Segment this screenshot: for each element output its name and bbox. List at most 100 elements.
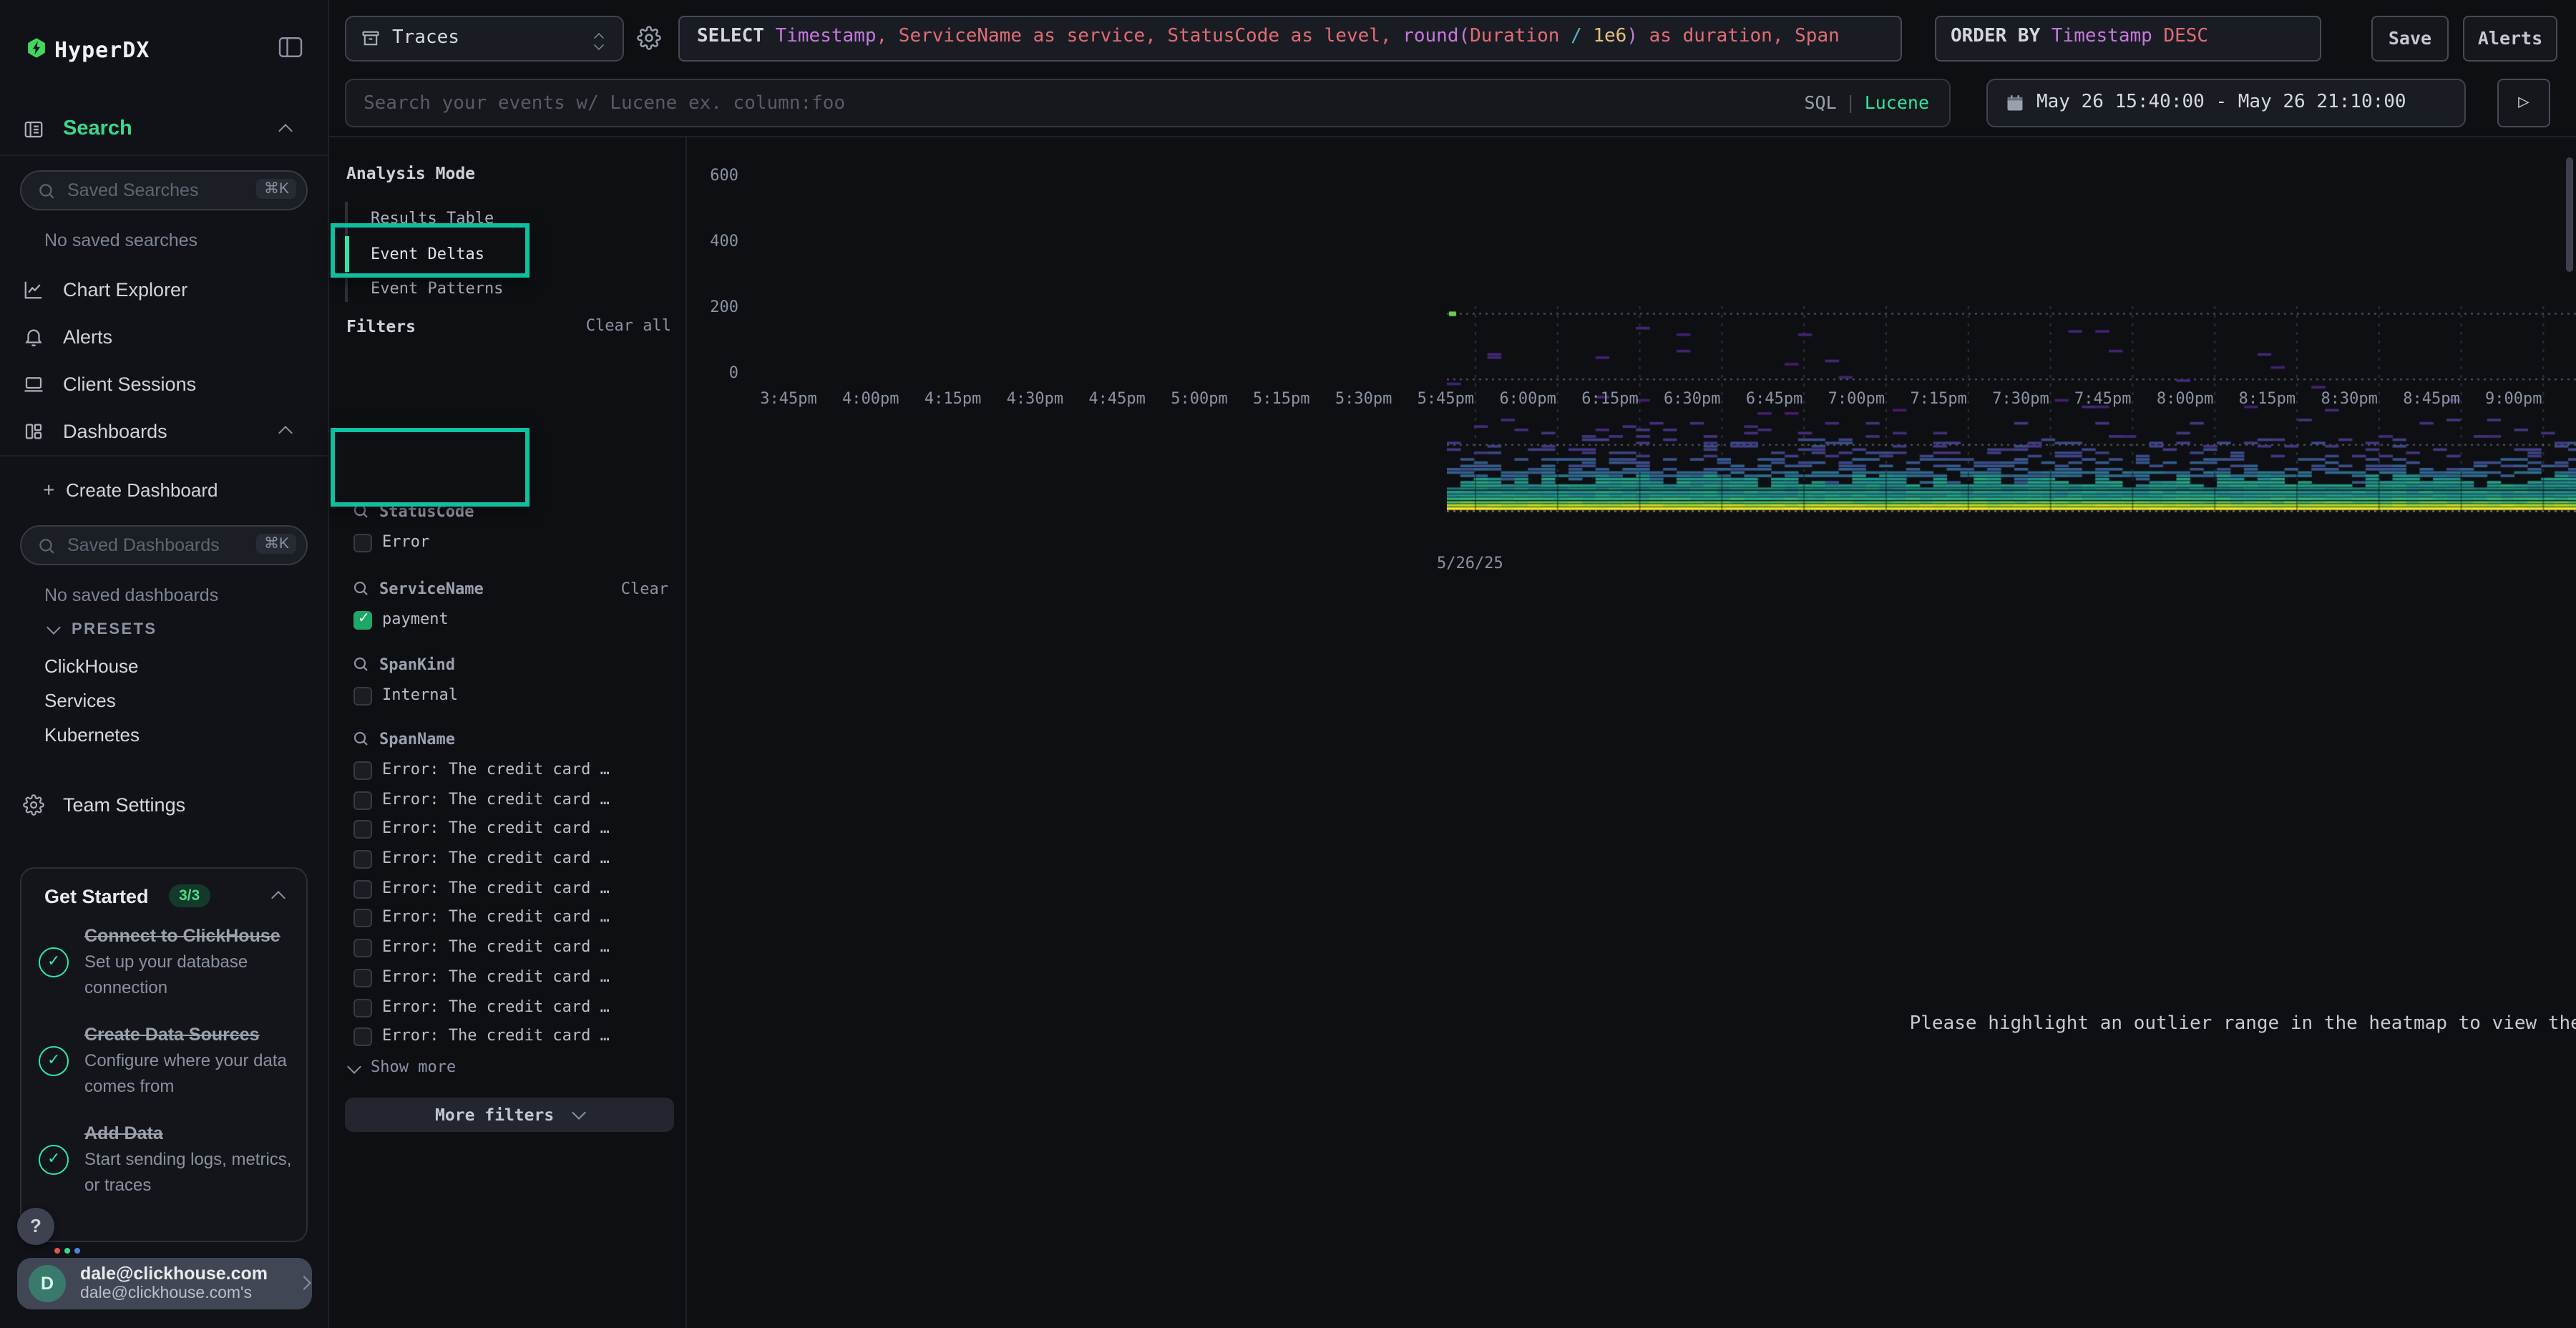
saved-searches-input[interactable]: ⌘K — [20, 170, 308, 210]
sidebar-item-dashboards[interactable]: Dashboards — [63, 421, 167, 442]
source-select[interactable]: Traces — [345, 16, 624, 62]
sql-editor[interactable]: SELECT Timestamp, ServiceName as service… — [678, 16, 1902, 62]
code-token: ) — [1626, 26, 1638, 47]
user-org: dale@clickhouse.com's — [80, 1285, 252, 1302]
user-menu[interactable]: D dale@clickhouse.com dale@clickhouse.co… — [17, 1258, 312, 1309]
dashboards-icon — [23, 421, 44, 442]
checkbox-unchecked[interactable] — [353, 534, 372, 552]
x-tick-label: 8:15pm — [2223, 389, 2311, 408]
checkbox-unchecked[interactable] — [353, 880, 372, 899]
filter-group-spankind: SpanKindInternal — [346, 650, 674, 711]
filter-option-row: Error: The credit card … — [346, 846, 674, 875]
saved-dashboards-field[interactable] — [67, 528, 253, 562]
create-dashboard-button[interactable]: Create Dashboard — [66, 479, 218, 501]
search-icon — [352, 730, 369, 747]
checkbox-unchecked[interactable] — [353, 686, 372, 705]
checkbox-unchecked[interactable] — [353, 761, 372, 780]
clear-filter-link[interactable]: Clear — [621, 580, 668, 598]
more-filters-button[interactable]: More filters — [345, 1098, 674, 1132]
code-token: round( — [1402, 26, 1470, 47]
confetti-icon — [54, 1248, 80, 1254]
check-circle-icon — [39, 1145, 69, 1175]
get-started-item[interactable]: Create Data Sources Configure where your… — [39, 1022, 292, 1099]
date-range-picker[interactable]: May 26 15:40:00 - May 26 21:10:00 — [1986, 79, 2466, 127]
show-more-link[interactable]: Show more — [349, 1058, 456, 1076]
sidebar-item-client-sessions[interactable]: Client Sessions — [63, 374, 196, 395]
preset-kubernetes[interactable]: Kubernetes — [44, 724, 140, 746]
brand-title: HyperDX — [54, 37, 150, 63]
clear-all-link[interactable]: Clear all — [586, 316, 671, 335]
search-icon — [352, 580, 369, 597]
tab-event-patterns[interactable]: Event Patterns — [371, 279, 503, 298]
lang-lucene[interactable]: Lucene — [1865, 92, 1929, 113]
x-tick-label: 7:30pm — [1976, 389, 2065, 408]
filter-option-row: Error: The credit card … — [346, 934, 674, 964]
filter-group-label: ServiceName Clear — [346, 575, 674, 607]
get-started-item-title: Connect to ClickHouse — [84, 926, 280, 946]
x-tick-label: 7:00pm — [1812, 389, 1901, 408]
source-settings-gear-icon[interactable] — [637, 26, 661, 50]
sidebar-item-chart-explorer[interactable]: Chart Explorer — [63, 279, 187, 301]
sidebar-item-search[interactable]: Search — [63, 117, 132, 140]
saved-searches-field[interactable] — [67, 173, 253, 208]
checkbox-unchecked[interactable] — [353, 998, 372, 1017]
checkbox-unchecked[interactable] — [353, 791, 372, 809]
client-sessions-icon — [23, 374, 44, 395]
code-token: 1e6 — [1593, 26, 1626, 47]
save-button[interactable]: Save — [2371, 16, 2449, 62]
get-started-item-title: Add Data — [84, 1124, 163, 1144]
x-tick-label: 8:30pm — [2305, 389, 2394, 408]
filter-group-spanname: SpanNameError: The credit card …Error: T… — [346, 726, 674, 1053]
chevron-up-icon[interactable] — [271, 891, 286, 905]
filter-group-servicename: ServiceNameClearpayment — [346, 575, 674, 636]
code-token: SELECT — [697, 26, 776, 47]
x-tick-label: 6:15pm — [1566, 389, 1654, 408]
sidebar-item-team-settings[interactable]: Team Settings — [63, 794, 185, 816]
chevron-up-icon[interactable] — [278, 124, 293, 138]
lang-separator: | — [1837, 92, 1865, 113]
checkbox-unchecked[interactable] — [353, 821, 372, 839]
user-email: dale@clickhouse.com — [80, 1264, 268, 1284]
search-input[interactable] — [364, 82, 1766, 125]
chevron-up-icon[interactable] — [278, 426, 293, 440]
filter-option-label: Error: The credit card … — [382, 908, 610, 927]
preset-services[interactable]: Services — [44, 690, 116, 711]
checkbox-unchecked[interactable] — [353, 939, 372, 957]
presets-header[interactable]: PRESETS — [72, 621, 157, 638]
language-toggle[interactable]: SQL|Lucene — [1804, 92, 1929, 113]
saved-dashboards-input[interactable]: ⌘K — [20, 525, 308, 565]
orderby-editor[interactable]: ORDER BY Timestamp DESC — [1935, 16, 2321, 62]
get-started-item[interactable]: Add Data Start sending logs, metrics, or… — [39, 1121, 292, 1198]
get-started-item[interactable]: Connect to ClickHouse Set up your databa… — [39, 923, 292, 1000]
filter-group-name: ServiceName — [379, 580, 484, 598]
lang-sql[interactable]: SQL — [1804, 92, 1836, 113]
sidebar-toggle-icon[interactable] — [278, 36, 303, 59]
chart-explorer-icon — [23, 279, 44, 301]
checkbox-unchecked[interactable] — [353, 909, 372, 928]
get-started-item-title: Create Data Sources — [84, 1025, 260, 1045]
y-tick-label: 600 — [673, 166, 738, 185]
search-bar[interactable]: SQL|Lucene — [345, 79, 1951, 127]
run-query-button[interactable]: ▷ — [2497, 79, 2550, 127]
help-button[interactable]: ? — [17, 1208, 54, 1245]
annotation-box-event-deltas — [331, 223, 530, 278]
chevron-down-icon[interactable] — [47, 620, 61, 635]
sidebar-item-alerts[interactable]: Alerts — [63, 326, 112, 348]
preset-clickhouse[interactable]: ClickHouse — [44, 655, 139, 677]
checkbox-unchecked[interactable] — [353, 1027, 372, 1046]
checkbox-checked[interactable] — [353, 611, 372, 630]
x-tick-label: 5:15pm — [1237, 389, 1326, 408]
divider — [0, 155, 329, 156]
checkbox-unchecked[interactable] — [353, 969, 372, 987]
filter-option-row: Error — [346, 529, 674, 559]
plus-icon: + — [43, 478, 54, 501]
filter-option-label: Error: The credit card … — [382, 849, 610, 867]
checkbox-unchecked[interactable] — [353, 850, 372, 869]
alerts-button[interactable]: Alerts — [2463, 16, 2557, 62]
filter-option-label: Error: The credit card … — [382, 967, 610, 986]
date-range-value: May 26 15:40:00 - May 26 21:10:00 — [2036, 92, 2406, 113]
x-tick-label: 7:45pm — [2059, 389, 2147, 408]
get-started-item-desc: Start sending logs, metrics, or traces — [84, 1150, 291, 1196]
duration-heatmap[interactable] — [1447, 306, 2576, 515]
window-scrollbar-thumb[interactable] — [2566, 157, 2573, 272]
